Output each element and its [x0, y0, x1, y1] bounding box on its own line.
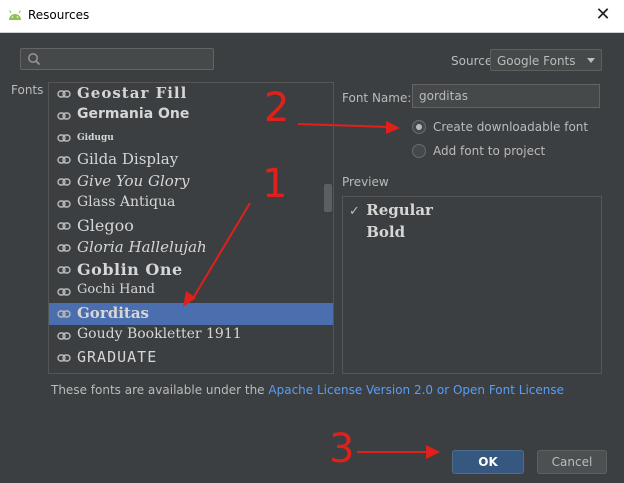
link-icon: [57, 112, 71, 120]
link-icon: [57, 156, 71, 164]
annotation-number-three: 3: [329, 426, 354, 472]
font-list-item[interactable]: Gorditas: [49, 303, 333, 325]
link-icon: [57, 90, 71, 98]
license-link[interactable]: Apache License Version 2.0 or Open Font …: [268, 383, 564, 397]
font-list-item-name: Give You Glory: [77, 172, 190, 190]
font-list-item[interactable]: Gidugu: [49, 127, 333, 149]
link-icon: [57, 266, 71, 274]
font-list-item-name: Glass Antiqua: [77, 194, 176, 210]
create-downloadable-label[interactable]: Create downloadable font: [433, 120, 588, 134]
font-list-item-name: Gochi Hand: [77, 282, 155, 297]
preview-regular-text: Regular: [366, 201, 433, 219]
font-list-item[interactable]: Gloria Hallelujah: [49, 237, 333, 259]
preview-box: ✓ Regular Bold: [342, 196, 602, 374]
font-list-item-name: Gidugu: [77, 133, 114, 143]
close-icon[interactable]: ✕: [592, 4, 614, 26]
source-dropdown[interactable]: Google Fonts: [490, 49, 602, 71]
fonts-label: Fonts: [11, 83, 44, 97]
font-list-item-name: GRADUATE: [77, 348, 158, 366]
font-list-item[interactable]: Glass Antiqua: [49, 193, 333, 215]
font-name-input[interactable]: gorditas: [412, 84, 600, 108]
font-list-item[interactable]: Gilda Display: [49, 149, 333, 171]
link-icon: [57, 134, 71, 142]
title-bar: Resources ✕: [0, 0, 624, 33]
license-prefix: These fonts are available under the: [51, 383, 269, 397]
font-list[interactable]: Geostar Fill Germania One Gidugu Gilda Disp…: [48, 82, 334, 374]
link-icon: [57, 178, 71, 186]
font-list-item[interactable]: Geostar Fill: [49, 83, 333, 105]
search-input[interactable]: [20, 48, 214, 70]
source-value: Google Fonts: [497, 54, 576, 68]
font-list-scrollbar[interactable]: [324, 184, 332, 212]
chevron-down-icon: [587, 58, 595, 63]
checkmark-icon: ✓: [349, 204, 360, 219]
link-icon: [57, 288, 71, 296]
link-icon: [57, 332, 71, 340]
license-text: These fonts are available under the Apac…: [51, 383, 564, 397]
link-icon: [57, 310, 71, 318]
search-icon: [28, 53, 41, 66]
font-list-item[interactable]: Goblin One: [49, 259, 333, 281]
font-list-item[interactable]: GRADUATE: [49, 347, 333, 369]
link-icon: [57, 244, 71, 252]
font-list-item-name: Germania One: [77, 106, 190, 122]
android-icon: [9, 10, 21, 20]
preview-row-bold[interactable]: Bold: [349, 223, 405, 241]
font-list-item[interactable]: Give You Glory: [49, 171, 333, 193]
preview-bold-text: Bold: [366, 223, 406, 241]
font-list-item[interactable]: Glegoo: [49, 215, 333, 237]
ok-button[interactable]: OK: [452, 450, 524, 474]
font-list-item-name: Geostar Fill: [77, 84, 188, 102]
link-icon: [57, 354, 71, 362]
add-font-radio[interactable]: [412, 144, 426, 158]
font-list-item-name: Gilda Display: [77, 150, 179, 168]
font-name-label: Font Name:: [342, 91, 412, 105]
arrowhead-icon: [386, 121, 400, 134]
font-list-item[interactable]: Gochi Hand: [49, 281, 333, 303]
link-icon: [57, 200, 71, 208]
source-label: Source: [451, 54, 493, 68]
arrowhead-icon: [426, 445, 440, 459]
add-font-label[interactable]: Add font to project: [433, 144, 545, 158]
link-icon: [57, 222, 71, 230]
font-list-item-name: Glegoo: [77, 216, 134, 235]
font-list-item[interactable]: Goudy Bookletter 1911: [49, 325, 333, 347]
font-list-item-name: Goblin One: [77, 260, 183, 279]
window-title: Resources: [28, 8, 90, 22]
font-list-item[interactable]: Germania One: [49, 105, 333, 127]
preview-label: Preview: [342, 175, 389, 189]
font-list-item-name: Goudy Bookletter 1911: [77, 326, 242, 342]
cancel-button[interactable]: Cancel: [537, 450, 607, 474]
create-downloadable-radio[interactable]: [412, 120, 426, 134]
preview-row-regular[interactable]: ✓ Regular: [349, 201, 433, 219]
font-list-item-name: Gloria Hallelujah: [77, 238, 207, 256]
font-list-item-name: Gorditas: [77, 304, 149, 322]
